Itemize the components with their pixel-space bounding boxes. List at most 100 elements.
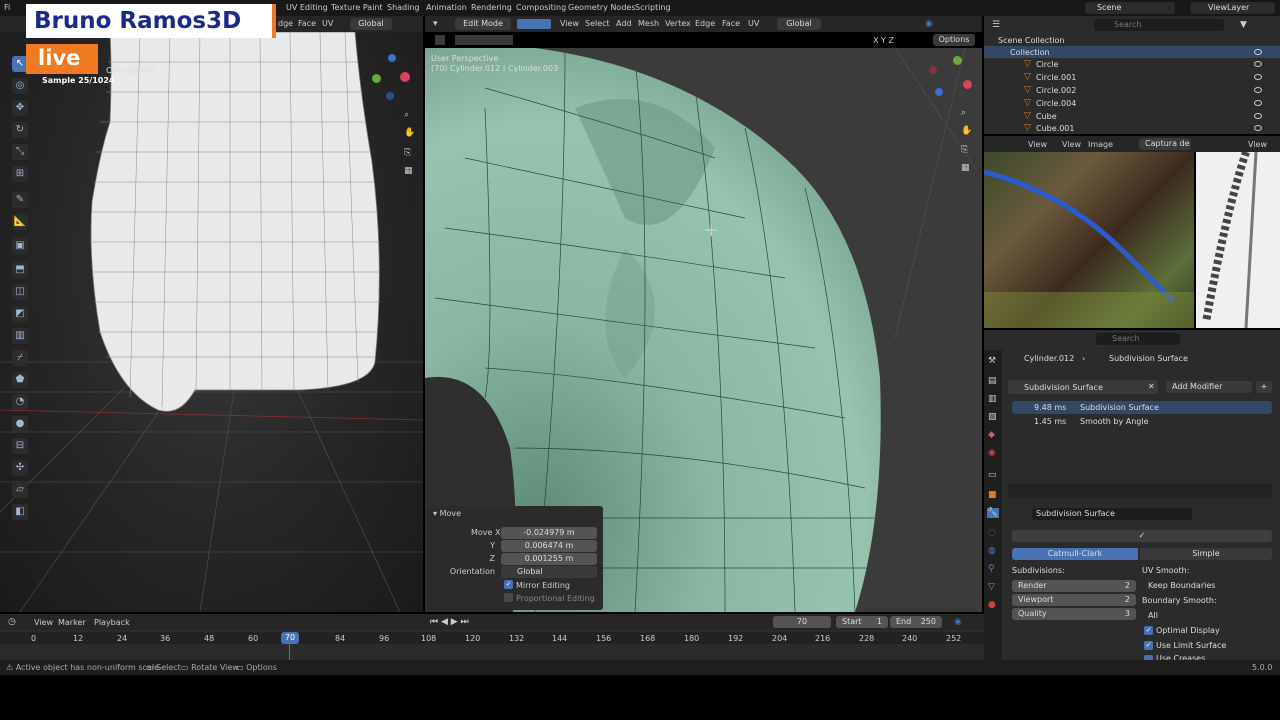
transform-orientation[interactable]: Global <box>777 18 821 30</box>
reference-image[interactable] <box>984 152 1194 328</box>
pan-hand-icon[interactable]: ✋ <box>404 128 415 138</box>
boundary-smooth-dropdown[interactable]: All <box>1142 610 1272 622</box>
timeline-sync-icon[interactable]: ◉ <box>954 617 962 627</box>
eye-icon[interactable] <box>1254 87 1262 93</box>
outliner-item[interactable]: ▽ Circle.001 <box>984 71 1280 83</box>
scene-tab-icon[interactable]: ◆ <box>988 430 995 440</box>
viewport-levels-field[interactable]: Viewport 2 <box>1012 594 1136 606</box>
overlay-icon[interactable]: ◉ <box>925 19 933 29</box>
current-frame-field[interactable]: 70 <box>773 616 831 628</box>
simple-button[interactable]: Simple <box>1140 548 1272 560</box>
timeline-playback-menu[interactable]: Playback <box>94 618 130 627</box>
vertex-menu[interactable]: Vertex <box>665 19 691 28</box>
output-tab-icon[interactable]: ▥ <box>988 394 997 404</box>
annotate-tool-icon[interactable]: ✎ <box>12 192 28 208</box>
move-tool-icon[interactable]: ✥ <box>12 100 28 116</box>
knife-tool-icon[interactable]: ⌿ <box>12 350 28 366</box>
camera-icon[interactable]: ⎘ <box>404 148 411 158</box>
outliner-item[interactable]: ▽ Cube <box>984 110 1280 122</box>
render-tab-icon[interactable]: ▤ <box>988 376 997 386</box>
view-layer-selector[interactable]: ViewLayer <box>1190 2 1275 14</box>
collection-tab-icon[interactable]: ▭ <box>988 470 997 480</box>
start-frame-field[interactable]: Start 1 <box>836 616 888 628</box>
optimal-display-checkbox[interactable]: ✓ <box>1144 626 1153 635</box>
camera-icon[interactable]: ⎘ <box>961 145 968 155</box>
tab-animation[interactable]: Animation <box>426 3 467 12</box>
quality-field[interactable]: Quality 3 <box>1012 608 1136 620</box>
tab-compositing[interactable]: Compositing <box>516 3 566 12</box>
eye-icon[interactable] <box>1254 74 1262 80</box>
constraints-tab-icon[interactable]: ⚲ <box>988 564 995 574</box>
image-view-menu[interactable]: View <box>1028 140 1047 149</box>
file-menu[interactable]: Fi <box>4 3 10 12</box>
outliner-item[interactable]: ▽ Circle.002 <box>984 84 1280 96</box>
mirror-editing-checkbox[interactable]: ✓ <box>504 580 513 589</box>
uv-menu[interactable]: UV <box>322 19 333 28</box>
tab-geometry-nodes[interactable]: Geometry Nodes <box>568 3 635 12</box>
render-levels-field[interactable]: Render 2 <box>1012 580 1136 592</box>
uv-menu-main[interactable]: UV <box>748 19 759 28</box>
image-name-field[interactable]: Captura de te <box>1139 138 1191 150</box>
face-menu-main[interactable]: Face <box>722 19 740 28</box>
eye-icon[interactable] <box>1254 100 1262 106</box>
add-menu[interactable]: Add <box>616 19 632 28</box>
properties-search[interactable]: Search <box>1096 333 1180 345</box>
move-y-field[interactable]: 0.006474 m <box>501 540 597 552</box>
image-menu[interactable]: Image <box>1088 140 1113 149</box>
active-modifier-tab[interactable]: Subdivision Surface ✕ <box>1008 380 1158 394</box>
spin-tool-icon[interactable]: ◔ <box>12 394 28 410</box>
image-view-menu-2[interactable]: View <box>1062 140 1081 149</box>
use-limit-surface-checkbox[interactable]: ✓ <box>1144 641 1153 650</box>
move-z-field[interactable]: 0.001255 m <box>501 553 597 565</box>
collection-row[interactable]: Collection <box>984 46 1280 58</box>
scale-tool-icon[interactable]: ⤡ <box>12 144 28 160</box>
grid-icon[interactable]: ▦ <box>404 166 413 176</box>
navigation-gizmo-left[interactable] <box>368 54 412 100</box>
transform-orientation-left[interactable]: Global <box>350 18 392 30</box>
left-viewport[interactable]: Cylinder.003 Sample 25/1024 ⌕ ✋ ⎘ ▦ <box>0 32 423 612</box>
smooth-tool-icon[interactable]: ● <box>12 416 28 432</box>
material-tab-icon[interactable]: ● <box>988 600 996 610</box>
object-breadcrumb[interactable]: Cylinder.012 <box>1024 354 1074 363</box>
options-button[interactable]: Options <box>933 34 975 46</box>
main-viewport[interactable]: User Perspective (70) Cylinder.012 | Cyl… <box>425 48 982 612</box>
orientation-dropdown[interactable]: Global <box>501 566 597 578</box>
view-menu[interactable]: View <box>560 19 579 28</box>
zoom-icon[interactable]: ⌕ <box>404 110 409 120</box>
edge-menu[interactable]: dge <box>278 19 293 28</box>
move-panel-title[interactable]: ▾ Move <box>433 509 461 518</box>
tool-tab-icon[interactable]: ⚒ <box>988 356 996 366</box>
uv-smooth-dropdown[interactable]: Keep Boundaries <box>1142 580 1272 592</box>
scene-collection-label[interactable]: Scene Collection <box>998 36 1065 45</box>
outliner-search[interactable]: Search <box>1094 19 1224 31</box>
modifier-stack-row[interactable]: 9.48 ms Subdivision Surface <box>1012 401 1272 414</box>
view-layer-tab-icon[interactable]: ▧ <box>988 412 997 422</box>
timeline-view-menu[interactable]: View <box>34 618 53 627</box>
poly-build-tool-icon[interactable]: ⬟ <box>12 372 28 388</box>
select-mode-buttons[interactable] <box>517 19 551 29</box>
playhead[interactable]: 70 <box>281 632 299 644</box>
select-menu[interactable]: Select <box>585 19 610 28</box>
modifier-breadcrumb[interactable]: Subdivision Surface <box>1109 354 1188 363</box>
transform-tool-icon[interactable]: ⊞ <box>12 166 28 182</box>
edge-slide-tool-icon[interactable]: ⊟ <box>12 438 28 454</box>
eye-icon[interactable] <box>1254 125 1262 131</box>
apply-modifier-row[interactable]: ✓ <box>1012 530 1272 542</box>
modifier-name-field[interactable]: Subdivision Surface <box>1032 508 1192 520</box>
edge-menu-main[interactable]: Edge <box>695 19 715 28</box>
grid-icon[interactable]: ▦ <box>961 163 970 173</box>
tab-uv-editing[interactable]: UV Editing <box>286 3 328 12</box>
filter-icon[interactable]: ▼ <box>1240 20 1247 30</box>
inset-tool-icon[interactable]: ◫ <box>12 284 28 300</box>
close-icon[interactable]: ✕ <box>1148 382 1155 391</box>
add-cube-tool-icon[interactable]: ▣ <box>12 238 28 254</box>
mode-selector[interactable]: Edit Mode <box>455 18 511 30</box>
extrude-tool-icon[interactable]: ⬒ <box>12 262 28 278</box>
physics-tab-icon[interactable]: ◍ <box>988 546 996 556</box>
zoom-icon[interactable]: ⌕ <box>961 108 966 118</box>
playback-controls-icon[interactable]: ⏮ ◀ ▶ ⏭ <box>430 617 469 627</box>
timeline-body[interactable]: 0 12 24 36 48 60 84 96 108 120 132 144 1… <box>0 630 984 660</box>
timeline-marker-menu[interactable]: Marker <box>58 618 86 627</box>
add-modifier-button[interactable]: Add Modifier <box>1166 381 1252 393</box>
cursor-tool-icon[interactable]: ◎ <box>12 78 28 94</box>
